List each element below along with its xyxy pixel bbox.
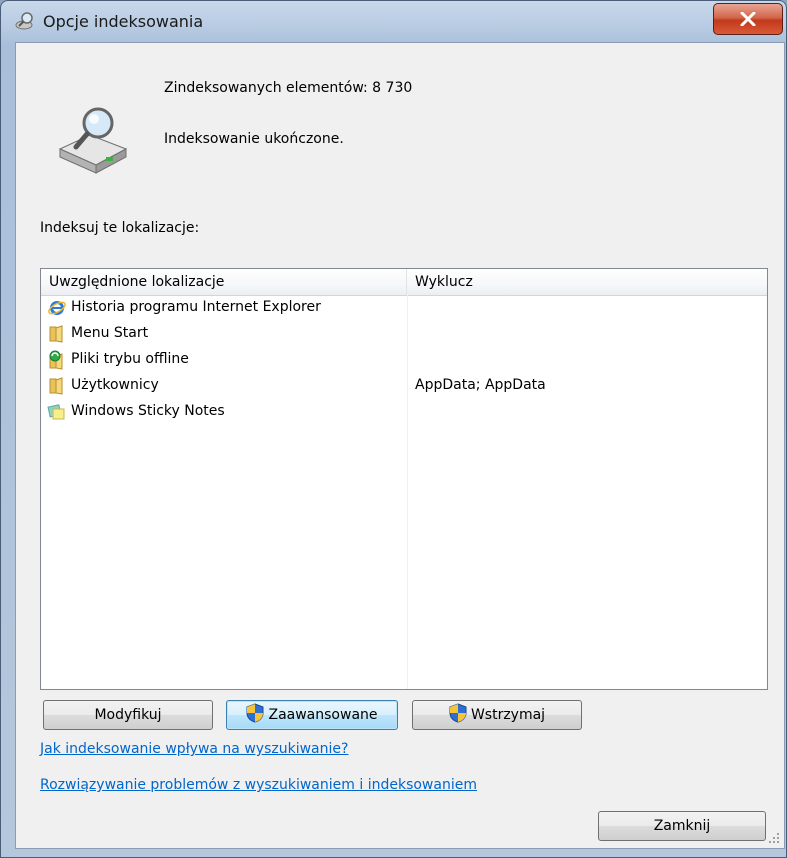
resize-grip-icon[interactable] [768, 832, 780, 844]
column-header-exclude[interactable]: Wyklucz [407, 269, 767, 295]
window-title: Opcje indeksowania [43, 12, 204, 31]
pause-button[interactable]: Wstrzymaj [412, 700, 582, 730]
close-button[interactable]: Zamknij [598, 811, 766, 841]
pause-button-label: Wstrzymaj [470, 707, 546, 723]
modify-button[interactable]: Modyfikuj [43, 700, 213, 730]
locations-label: Indeksuj te lokalizacje: [40, 220, 200, 236]
indexing-effect-link[interactable]: Jak indeksowanie wpływa na wyszukiwanie? [40, 741, 348, 757]
uac-shield-icon [449, 703, 467, 723]
list-item[interactable]: Menu Start [41, 321, 767, 347]
location-name: Menu Start [71, 325, 149, 341]
locations-list[interactable]: Uwzględnione lokalizacje Wyklucz Histori… [40, 268, 768, 690]
advanced-button-label: Zaawansowane [268, 707, 378, 723]
list-item[interactable]: Windows Sticky Notes [41, 399, 767, 425]
indexing-status-text: Indeksowanie ukończone. [164, 131, 344, 147]
internet-explorer-icon [48, 301, 66, 315]
offline-files-icon [49, 350, 63, 370]
location-exclude: AppData; AppData [415, 377, 546, 393]
indexing-options-window: Opcje indeksowania Zindeksowanych elemen… [0, 0, 787, 858]
list-header: Uwzględnione lokalizacje Wyklucz [41, 269, 767, 296]
location-name: Pliki trybu offline [71, 351, 189, 367]
location-name: Użytkownicy [71, 377, 159, 393]
column-header-included[interactable]: Uwzględnione lokalizacje [41, 269, 407, 295]
search-indexing-icon [15, 12, 33, 30]
indexed-items-count: Zindeksowanych elementów: 8 730 [164, 80, 413, 96]
sticky-notes-icon [47, 404, 65, 420]
location-name: Windows Sticky Notes [71, 403, 225, 419]
close-icon [740, 12, 756, 26]
modify-button-label: Modyfikuj [94, 707, 162, 723]
troubleshoot-link[interactable]: Rozwiązywanie problemów z wyszukiwaniem … [40, 777, 477, 793]
list-item[interactable]: Użytkownicy AppData; AppData [41, 373, 767, 399]
advanced-button[interactable]: Zaawansowane [226, 700, 398, 730]
list-item[interactable]: Pliki trybu offline [41, 347, 767, 373]
uac-shield-icon [246, 703, 264, 723]
location-name: Historia programu Internet Explorer [71, 299, 321, 315]
folder-icon [49, 377, 63, 395]
list-item[interactable]: Historia programu Internet Explorer [41, 295, 767, 321]
indexed-drive-icon [58, 107, 128, 174]
close-button-label: Zamknij [653, 818, 711, 834]
close-window-button[interactable] [713, 3, 783, 35]
folder-icon [49, 325, 63, 343]
title-bar[interactable]: Opcje indeksowania [1, 1, 786, 43]
dialog-body: Zindeksowanych elementów: 8 730 Indeksow… [15, 42, 785, 849]
